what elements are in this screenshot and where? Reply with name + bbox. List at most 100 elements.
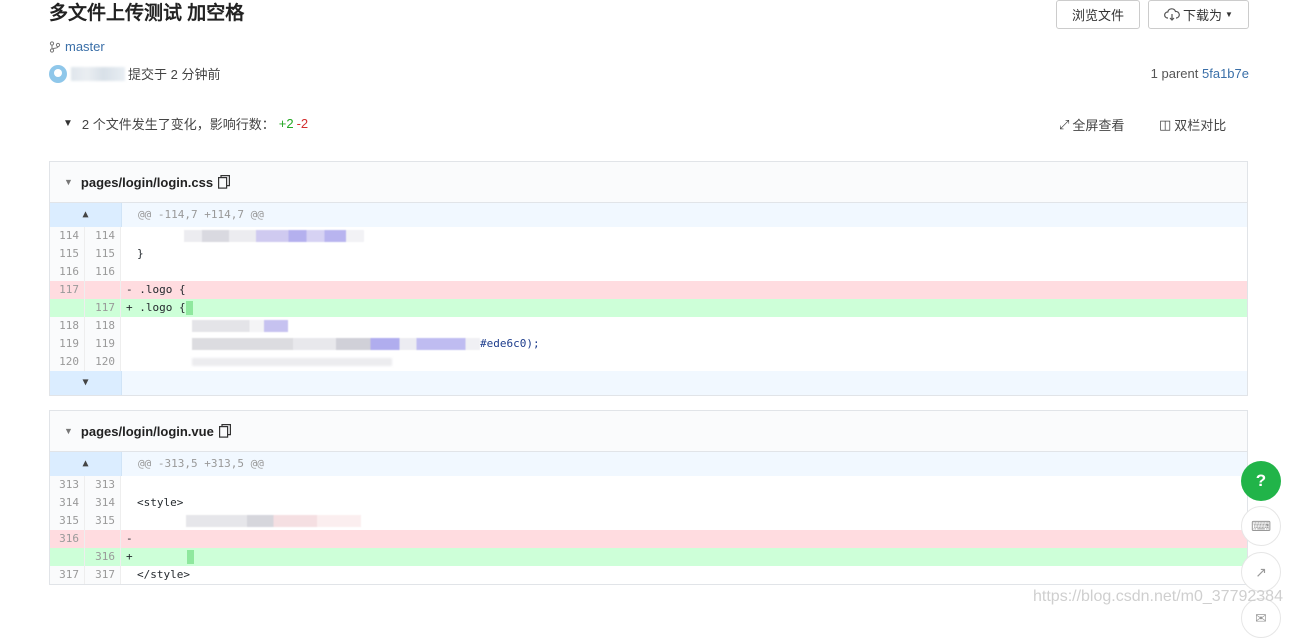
file-path: pages/login/login.vue [80,423,214,439]
line-code: </style> [137,568,190,581]
visible-code-fragment: #ede6c0); [480,337,540,350]
copy-icon[interactable] [218,175,231,189]
old-line-number: 116 [50,263,85,281]
fullscreen-button[interactable]: ⤢ 全屏查看 [1059,115,1124,134]
watermark: https://blog.csdn.net/m0_37792384 [1033,588,1283,605]
redacted-code [184,230,364,242]
new-line-number: 316 [85,548,121,566]
old-line-number: 114 [50,227,85,245]
diff-file-1: ▼ pages/login/login.css ▲ @@ -114,7 +114… [49,161,1248,396]
branch-link[interactable]: master [49,39,105,54]
file-header: ▼ pages/login/login.css [50,162,1247,203]
collapse-triangle-icon[interactable]: ▼ [63,118,73,129]
new-line-number: 314 [85,494,121,512]
fullscreen-label: 全屏查看 [1072,118,1125,133]
collapse-file-icon[interactable]: ▼ [64,177,73,187]
redacted-code [186,515,361,527]
old-line-number: 118 [50,317,85,335]
expand-filler [122,371,1247,395]
parent-sha-link[interactable]: 5fa1b7e [1202,66,1249,81]
redacted-code [192,338,480,350]
expand-arrows-icon: ⤢ [1059,116,1070,132]
deleted-line: 117 - .logo { [50,281,1247,299]
collapse-file-icon[interactable]: ▼ [64,426,73,436]
change-highlight [186,550,194,564]
old-line-number [50,548,85,566]
diff-summary[interactable]: ▼ 2 个文件发生了变化，影响行数： +2 -2 [63,114,308,133]
old-line-number: 120 [50,353,85,371]
parent-label: 1 parent [1150,66,1199,81]
cloud-download-icon [1164,8,1180,21]
diff-line: 120 120 [50,353,1247,371]
hunk-header: @@ -114,7 +114,7 @@ [122,203,1247,227]
hunk-header: @@ -313,5 +313,5 @@ [122,452,1247,476]
branch-name: master [65,39,105,54]
old-line-number: 117 [50,281,85,299]
mail-icon: ✉ [1255,609,1267,626]
line-code [121,476,1247,494]
new-line-number: 117 [85,299,121,317]
additions-count: +2 [278,116,294,131]
line-code [121,353,1247,371]
line-code: <style> [137,496,184,509]
deletions-count: -2 [296,116,309,131]
change-highlight [185,301,193,315]
diff-line: 118 118 [50,317,1247,335]
redacted-code [192,358,392,366]
new-line-number: 317 [85,566,121,584]
expand-up-row[interactable]: ▲ @@ -114,7 +114,7 @@ [50,203,1247,227]
line-code [121,512,1247,530]
expand-down-row[interactable]: ▼ [50,371,1247,395]
parent-commit: 1 parent 5fa1b7e [1151,66,1249,81]
summary-text: 2 个文件发生了变化，影响行数： [81,117,275,132]
added-code-text: + [126,550,133,563]
new-line-number: 114 [85,227,121,245]
author-name-redacted [71,66,125,81]
new-line-number: 315 [85,512,121,530]
new-line-number: 115 [85,245,121,263]
diff-line: 119 119 #ede6c0); [50,335,1247,353]
new-line-number: 120 [85,353,121,371]
diff-line: 317 317 </style> [50,566,1247,584]
line-code: - .logo { [121,281,1247,299]
old-line-number: 315 [50,512,85,530]
line-code [121,227,1247,245]
expand-up-icon[interactable]: ▲ [50,452,122,476]
copy-icon[interactable] [218,424,231,438]
download-dropdown-button[interactable]: 下载为 ▼ [1148,0,1249,29]
new-line-number: 116 [85,263,121,281]
old-line-number: 314 [50,494,85,512]
code-chat-icon: ⌨ [1250,517,1272,534]
expand-up-icon[interactable]: ▲ [50,203,122,227]
commit-time-text: 提交于 2 分钟前 [128,67,221,82]
diff-line: 115 115 } [50,245,1247,263]
diff-line: 314 314 <style> [50,494,1247,512]
avatar[interactable] [49,64,67,83]
line-code: #ede6c0); [121,335,1247,353]
old-line-number: 316 [50,530,85,548]
file-path: pages/login/login.css [80,174,214,190]
file-header: ▼ pages/login/login.vue [50,411,1247,452]
download-label: 下载为 [1183,8,1223,23]
browse-files-label: 浏览文件 [1071,8,1124,23]
line-code [121,317,1247,335]
old-line-number: 119 [50,335,85,353]
help-button[interactable]: ? [1241,461,1281,501]
line-code: + [121,548,1247,566]
share-button[interactable]: ↗ [1241,552,1281,592]
help-icon: ? [1255,471,1267,490]
new-line-number: 118 [85,317,121,335]
page-title: 多文件上传测试 加空格 [49,3,245,24]
code-feedback-button[interactable]: ⌨ [1241,506,1281,546]
diff-line: 116 116 [50,263,1247,281]
branch-icon [49,40,61,53]
expand-up-row[interactable]: ▲ @@ -313,5 +313,5 @@ [50,452,1247,476]
browse-files-button[interactable]: 浏览文件 [1056,0,1140,29]
line-code: } [137,247,144,260]
commit-info: 提交于 2 分钟前 [49,64,220,83]
added-code-text: + .logo { [126,301,186,314]
expand-down-icon[interactable]: ▼ [50,371,122,395]
redacted-code [192,320,288,332]
line-code: + .logo { [121,299,1247,317]
split-view-button[interactable]: ◫ 双栏对比 [1159,115,1226,134]
